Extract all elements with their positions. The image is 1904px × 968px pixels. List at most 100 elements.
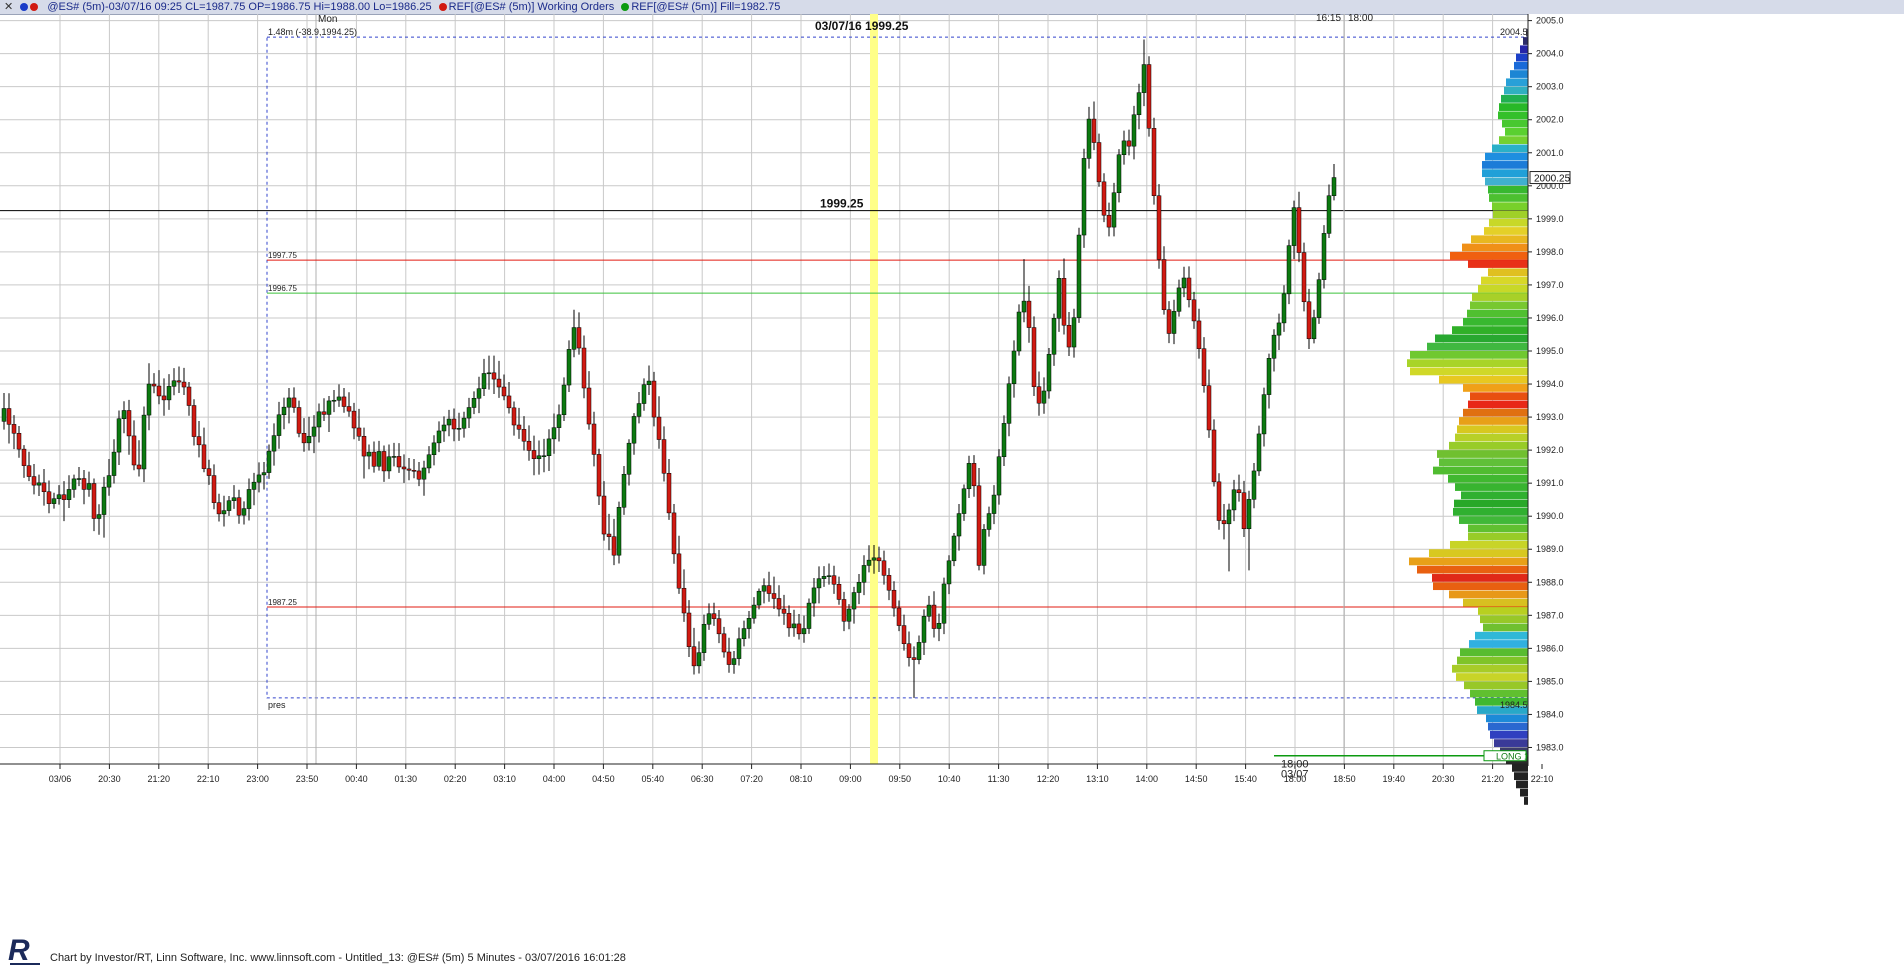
candle-body [51,498,57,504]
profile-bar [1516,780,1528,789]
price-chart[interactable]: Mon 1.48m (-38.9,1994.25) pres 1999.25 19… [0,14,1904,948]
candle-body [801,628,807,635]
candle-body [941,583,947,624]
candle-body [1141,64,1147,93]
candle-body [1061,278,1067,326]
current-price-tag: 2000.25 [1529,171,1571,185]
candle-body [646,380,652,385]
candle-body [1086,118,1092,159]
candle-body [386,456,392,472]
candle-body [491,372,497,380]
candle-body [881,560,887,576]
profile-bar [1470,392,1528,401]
candle-body [766,585,772,594]
price-tick-label: 1994.0 [1536,379,1564,389]
ref-working-orders: REF[@ES# (5m)] Working Orders [438,0,614,14]
candle-body [676,553,682,589]
candle-body [266,450,272,473]
time-tick-label: 10:40 [938,774,961,784]
time-tick-label: 23:50 [296,774,319,784]
time-axis: 03/06 20:30 21:20 22:10 23:00 23:50 00:40 01:30… [0,763,1553,784]
candle-body [126,410,132,437]
candle-body [916,642,922,660]
day-label: Mon [318,14,337,25]
candle-body [836,584,842,600]
profile-bar [1457,656,1528,665]
candle-body [26,465,32,477]
top-price-label: 03/07/16 1999.25 [815,19,909,33]
profile-bar [1470,301,1528,310]
candle-body [981,529,987,566]
candle-body [1266,358,1272,395]
candle-body [101,486,107,515]
close-box-icon[interactable]: ✕ [4,0,13,14]
time-tick-label: 18:50 [1333,774,1356,784]
profile-bar [1480,615,1528,624]
candle-body [991,494,997,514]
profile-bar [1510,70,1528,78]
time-tick-label: 01:30 [395,774,418,784]
candle-body [416,470,422,480]
candle-body [1131,114,1137,147]
candle-body [131,435,137,466]
profile-bar [1449,590,1528,599]
profile-bar [1520,45,1528,54]
profile-bar [1482,169,1528,178]
candle-body [871,557,877,561]
candle-body [1201,348,1207,386]
profile-bar [1435,334,1528,343]
profile-bar [1484,227,1528,235]
candle-body [136,464,142,470]
time-label-2: 18:00 [1348,14,1373,24]
candle-body [1071,317,1077,348]
time-tick-label: 03:10 [493,774,516,784]
candle-body [71,478,77,490]
candle-body [1236,489,1242,493]
candle-body [6,408,12,425]
candle-body [911,657,917,660]
profile-bar [1417,565,1528,574]
profile-bar [1523,37,1528,45]
candle-body [951,535,957,562]
time-tick-label: 21:20 [1481,774,1504,784]
candle-body [286,397,292,408]
investor-rt-logo-icon: R [8,934,40,967]
candle-body [206,468,212,476]
candlesticks [1,39,1337,698]
time-tick-label: 18:00 [1284,774,1307,784]
candle-body [1226,509,1232,525]
profile-bar [1488,722,1528,731]
candle-body [226,500,232,511]
candle-body [666,473,672,514]
profile-bar [1468,524,1528,533]
candle-body [1186,277,1192,301]
profile-bar [1456,673,1528,681]
candle-body [856,582,862,593]
candle-body [1121,140,1127,155]
profile-bar [1498,111,1528,120]
candle-body [1206,385,1212,431]
price-tick-label: 1996.0 [1536,313,1564,323]
candle-body [256,474,262,483]
candle-body [496,378,502,388]
candle-body [326,400,332,415]
price-tick-label: 1988.0 [1536,577,1564,587]
credit-text: Chart by Investor/RT, Linn Software, Inc… [50,952,626,964]
price-tick-label: 2005.0 [1536,16,1564,26]
blue-dot-icon [20,3,29,11]
candle-body [141,414,147,470]
candle-body [376,451,382,467]
candle-body [826,575,832,577]
candle-body [331,399,337,402]
candle-body [581,347,587,389]
profile-bar [1463,317,1528,326]
time-tick-label: 14:00 [1136,774,1159,784]
candle-body [556,414,562,428]
candle-body [1026,300,1032,328]
profile-bar [1463,408,1528,417]
candle-body [731,658,737,665]
profile-bar [1455,433,1528,442]
candle-body [1136,92,1142,116]
candle-body [661,439,667,474]
candle-body [746,618,752,629]
